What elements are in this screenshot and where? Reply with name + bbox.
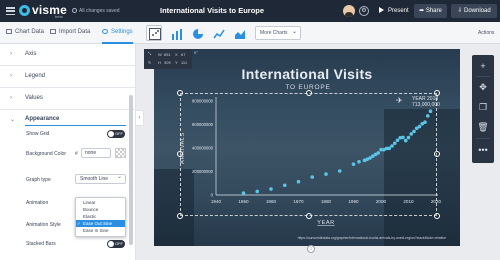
animation-style-dropdown: Linear Bounce Elastic Ease Out Sine Ease… bbox=[75, 197, 126, 237]
animation-option[interactable]: Linear bbox=[76, 199, 125, 206]
animation-label: Animation bbox=[26, 200, 49, 206]
section-legend-label: Legend bbox=[25, 73, 46, 79]
graph-type-select[interactable]: Smooth Line bbox=[75, 173, 126, 184]
duplicate-icon[interactable]: ❐ bbox=[472, 98, 494, 116]
share-button[interactable]: ➦ Share bbox=[414, 4, 447, 18]
section-axis[interactable]: › Axis bbox=[0, 44, 136, 66]
divider bbox=[476, 138, 490, 139]
saved-status-icon bbox=[72, 8, 77, 13]
resize-handle[interactable] bbox=[177, 90, 183, 96]
bg-color-label: Background Color bbox=[26, 151, 67, 157]
section-appearance-label: Appearance bbox=[25, 116, 60, 122]
chart-type-bar[interactable] bbox=[168, 25, 184, 41]
present-label: Present bbox=[388, 8, 409, 14]
download-icon: ⇩ bbox=[457, 8, 464, 14]
resize-icon: ⤡ bbox=[148, 51, 152, 56]
section-values[interactable]: › Values bbox=[0, 88, 136, 110]
gear-icon bbox=[102, 29, 108, 34]
chart-type-pie[interactable] bbox=[189, 25, 205, 41]
chevron-left-icon: ‹ bbox=[138, 115, 141, 121]
actions-menu[interactable]: Actions bbox=[478, 30, 494, 36]
chevron-down-icon: ⌄ bbox=[10, 117, 16, 123]
section-values-label: Values bbox=[25, 95, 43, 101]
more-icon[interactable]: ••• bbox=[472, 141, 494, 159]
resize-handle[interactable] bbox=[177, 213, 183, 219]
play-icon bbox=[379, 7, 384, 13]
tab-chart-data[interactable]: Chart Data bbox=[6, 22, 44, 44]
resize-handle[interactable] bbox=[434, 90, 440, 96]
animation-option-selected[interactable]: Ease Out Sine bbox=[76, 220, 125, 227]
move-icon[interactable]: ✥ bbox=[472, 78, 494, 96]
show-grid-label: Show Grid bbox=[26, 131, 50, 137]
present-button[interactable]: Present bbox=[376, 4, 412, 18]
tabs-bar: Chart Data Import Data Settings More Cha… bbox=[0, 22, 500, 44]
add-below-icon[interactable]: ↕ bbox=[307, 245, 315, 253]
graph-type-label: Graph type bbox=[26, 177, 51, 183]
tab-import-data[interactable]: Import Data bbox=[50, 22, 90, 44]
resize-handle[interactable] bbox=[434, 213, 440, 219]
tab-settings[interactable]: Settings bbox=[102, 22, 133, 44]
x-axis-title: YEAR bbox=[317, 220, 334, 226]
app-window: visme beta All changes saved Internation… bbox=[0, 0, 500, 260]
bg-color-input[interactable]: none bbox=[81, 148, 111, 158]
stacked-bars-label: Stacked Bars bbox=[26, 241, 56, 247]
saved-status: All changes saved bbox=[79, 8, 120, 14]
bar-chart-icon bbox=[172, 29, 182, 40]
resize-handle[interactable] bbox=[306, 90, 312, 96]
hash-icon: # bbox=[75, 151, 78, 157]
show-grid-state: OFF bbox=[115, 131, 123, 136]
panel-scrollbar[interactable] bbox=[129, 95, 133, 245]
add-icon[interactable]: + bbox=[472, 57, 494, 75]
section-underline bbox=[25, 125, 126, 126]
menu-icon[interactable] bbox=[6, 7, 15, 16]
tab-import-data-label: Import Data bbox=[59, 29, 91, 35]
tab-settings-label: Settings bbox=[111, 29, 133, 35]
settings-icon[interactable]: ⚙ bbox=[359, 6, 369, 16]
stacked-bars-state: OFF bbox=[115, 241, 123, 246]
import-icon bbox=[50, 29, 56, 34]
logo-sub: beta bbox=[55, 14, 63, 19]
resize-handle[interactable] bbox=[306, 213, 312, 219]
area-chart-icon bbox=[235, 30, 245, 39]
chart-type-scatter[interactable] bbox=[146, 25, 162, 41]
table-icon bbox=[6, 29, 12, 34]
animation-option[interactable]: Ease In Sine bbox=[76, 227, 125, 234]
share-icon: ➦ bbox=[419, 8, 426, 14]
scatter-chart-icon bbox=[149, 28, 161, 40]
chevron-right-icon: › bbox=[10, 73, 12, 79]
resize-handle[interactable] bbox=[434, 151, 440, 157]
animation-option[interactable]: Bounce bbox=[76, 206, 125, 213]
divider bbox=[476, 76, 490, 77]
show-grid-toggle[interactable]: OFF bbox=[107, 130, 125, 138]
share-label: Share bbox=[425, 8, 442, 14]
section-appearance[interactable]: ⌄ Appearance bbox=[0, 110, 136, 128]
more-charts-dropdown[interactable]: More Charts bbox=[255, 26, 301, 40]
pie-chart-icon bbox=[193, 29, 203, 39]
top-bar: visme beta All changes saved Internation… bbox=[0, 0, 500, 22]
source-citation[interactable]: https://ourworldindata.org/grapher/inter… bbox=[154, 236, 460, 240]
logo-mark-icon bbox=[19, 5, 30, 16]
chevron-right-icon: › bbox=[10, 95, 12, 101]
collapse-panel-button[interactable]: ‹ bbox=[136, 110, 144, 126]
tab-chart-data-label: Chart Data bbox=[15, 29, 45, 35]
selection-box bbox=[180, 93, 437, 216]
section-axis-label: Axis bbox=[25, 51, 37, 57]
color-swatch[interactable] bbox=[115, 148, 126, 158]
chart-type-area[interactable] bbox=[231, 25, 247, 41]
chevron-right-icon: › bbox=[10, 51, 12, 57]
rotate-icon: ↻ bbox=[148, 60, 152, 65]
download-label: Download bbox=[464, 8, 491, 14]
resize-handle[interactable] bbox=[177, 151, 183, 157]
section-legend[interactable]: › Legend bbox=[0, 66, 136, 88]
animation-option[interactable]: Elastic bbox=[76, 213, 125, 220]
right-toolbar: + ✥ ❐ 🗑 ••• bbox=[472, 55, 494, 163]
animation-style-label: Animation Style bbox=[26, 222, 61, 228]
download-button[interactable]: ⇩ Download bbox=[451, 4, 497, 18]
avatar[interactable] bbox=[343, 5, 355, 17]
trash-icon[interactable]: 🗑 bbox=[472, 118, 494, 136]
document-title[interactable]: International Visits to Europe bbox=[160, 6, 264, 15]
chart-type-line[interactable] bbox=[210, 25, 226, 41]
line-chart-icon bbox=[213, 29, 225, 39]
stacked-bars-toggle[interactable]: OFF bbox=[107, 240, 125, 248]
